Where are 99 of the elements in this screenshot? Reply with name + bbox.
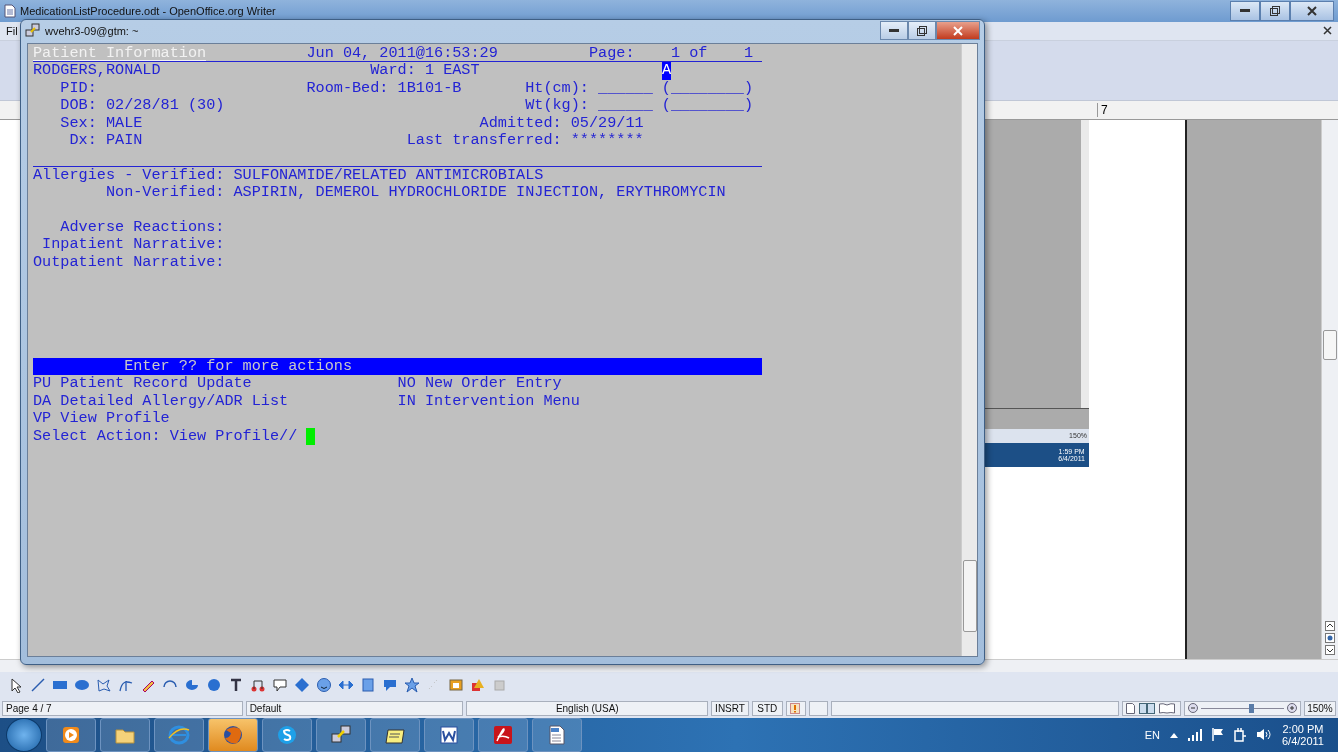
terminal-text: RODGERS,RONALD Ward: 1 EAST	[33, 62, 481, 80]
close-button[interactable]	[1290, 0, 1334, 21]
globe-icon	[222, 724, 244, 746]
taskbar-button[interactable]	[208, 718, 258, 752]
computers-icon	[25, 22, 41, 39]
text-icon[interactable]	[228, 677, 244, 694]
word-document-icon	[438, 724, 460, 746]
terminal-text: Inpatient Narrative:	[41, 236, 225, 254]
taskbar-button[interactable]	[262, 718, 312, 752]
slider-thumb[interactable]	[1248, 703, 1254, 713]
callout-icon[interactable]	[272, 677, 288, 694]
terminal-text: Dx: PAIN Last transferred: ********	[68, 131, 644, 150]
warning-icon	[789, 702, 800, 714]
flowchart-icon[interactable]	[360, 677, 376, 694]
page-number: Page 4 / 7	[2, 700, 243, 716]
vertical-scrollbar[interactable]	[1321, 119, 1338, 660]
smiley-icon[interactable]	[316, 677, 332, 694]
caret-icon[interactable]	[1170, 732, 1178, 738]
terminal-text: Jun 04, 2011@16:53:29 Page: 1 of 1	[305, 45, 754, 62]
terminal-text: PID: Room-Bed: 1B101-B Ht(cm): ______ (________)	[59, 79, 753, 98]
language-indicator[interactable]: EN	[1144, 729, 1160, 741]
scroll-thumb[interactable]	[1323, 329, 1337, 360]
media-player-icon	[60, 724, 82, 746]
maximize-button[interactable]	[908, 21, 936, 40]
maximize-button[interactable]	[1260, 0, 1290, 21]
close-icon	[1307, 5, 1317, 16]
file-icon	[546, 724, 568, 746]
taskbar-button[interactable]	[424, 718, 474, 752]
window-title: wvehr3-09@gtm: ~	[45, 24, 139, 37]
close-button[interactable]	[936, 21, 980, 40]
terminal-text: Allergies - Verified: SULFONAMIDE/RELATED ANTIMICROBIALS	[33, 166, 544, 185]
select-arrow-icon[interactable]	[8, 677, 24, 694]
chat-icon	[276, 724, 298, 746]
zoom-level: 150%	[1303, 700, 1336, 716]
taskbar-button[interactable]	[532, 718, 582, 752]
book-icon[interactable]	[1158, 702, 1175, 714]
terminal-text: DA Detailed Allergy/ADR List IN Intervention Menu	[33, 392, 580, 411]
flag-icon[interactable]	[1212, 728, 1224, 742]
taskbar-button[interactable]	[316, 718, 366, 752]
text-cursor	[306, 427, 316, 445]
two-pages-icon[interactable]	[1138, 702, 1155, 714]
language: English (USA)	[466, 700, 709, 716]
terminal-text: VP View Profile	[33, 410, 170, 428]
zoom-in-icon[interactable]	[1286, 703, 1297, 713]
start-button[interactable]	[6, 718, 42, 752]
taskbar-button[interactable]	[370, 718, 420, 752]
ruler-label: 7	[1097, 102, 1108, 117]
previous-page-icon[interactable]	[1325, 621, 1335, 632]
terminal-text: Outpatient Narrative:	[33, 253, 225, 272]
terminal-text: PU Patient Record Update NO New Order Entry	[33, 375, 562, 393]
terminal-text: Non-Verified: ASPIRIN, DEMEROL HYDROCHLORIDE INJECTION, ERYTHROMYCIN	[104, 184, 726, 202]
window-title: MedicationListProcedure.odt - OpenOffice.org Writer	[20, 4, 276, 17]
terminal-text: Select Action: View Profile//	[33, 427, 299, 445]
terminal-text: Sex: MALE Admitted: 05/29/11	[59, 114, 644, 132]
status-field	[808, 700, 829, 716]
speaker-icon[interactable]	[1256, 728, 1272, 742]
line-icon[interactable]	[30, 677, 46, 694]
menu-item[interactable]: Fil	[6, 24, 18, 37]
restore-icon	[917, 25, 927, 36]
taskbar-button[interactable]	[100, 718, 150, 752]
connector-icon[interactable]	[250, 677, 266, 694]
terminal-text: Enter ?? for more actions	[123, 358, 352, 376]
single-page-icon[interactable]	[1125, 702, 1135, 714]
polygon-icon[interactable]	[96, 677, 112, 694]
taskbar-button[interactable]	[46, 718, 96, 752]
insert-mode[interactable]: INSRT	[711, 700, 749, 716]
circle-icon[interactable]	[206, 677, 222, 694]
computers-icon	[330, 724, 352, 746]
shapes-icon[interactable]	[470, 677, 486, 694]
terminal-text: Adverse Reactions:	[59, 218, 225, 237]
document-icon	[4, 3, 16, 18]
minimize-icon	[1240, 8, 1250, 13]
view-layout-controls[interactable]	[1121, 700, 1182, 716]
highlighted-character: A	[661, 62, 671, 80]
restore-icon	[1270, 5, 1280, 16]
selection-mode[interactable]: STD	[751, 700, 783, 716]
clock-date[interactable]: 6/4/2011	[1282, 735, 1324, 747]
next-page-icon[interactable]	[1325, 645, 1335, 656]
minimize-button[interactable]	[1230, 0, 1260, 21]
zoom-out-icon[interactable]	[1188, 703, 1199, 713]
vertical-scrollbar[interactable]	[961, 44, 977, 656]
navigator-icon[interactable]	[1325, 633, 1335, 644]
speech-bubble-icon[interactable]	[382, 677, 398, 694]
scroll-thumb[interactable]	[962, 560, 977, 632]
pdf-icon	[492, 724, 514, 746]
diamond-icon[interactable]	[294, 677, 310, 694]
browser-icon	[168, 724, 190, 746]
close-icon[interactable]	[1323, 26, 1332, 36]
minimize-button[interactable]	[880, 21, 908, 40]
terminal-text: DOB: 02/28/81 (30) Wt(kg): ______ (________)	[59, 97, 753, 115]
star-icon[interactable]	[404, 677, 420, 694]
frame-icon[interactable]	[448, 677, 464, 694]
taskbar-button[interactable]	[478, 718, 528, 752]
power-icon[interactable]	[1234, 728, 1246, 742]
minimize-icon	[889, 29, 899, 32]
clock-time[interactable]: 2:00 PM	[1282, 723, 1324, 735]
signal-icon[interactable]	[1188, 729, 1202, 741]
page-style: Default	[245, 700, 464, 716]
close-icon	[953, 25, 963, 36]
